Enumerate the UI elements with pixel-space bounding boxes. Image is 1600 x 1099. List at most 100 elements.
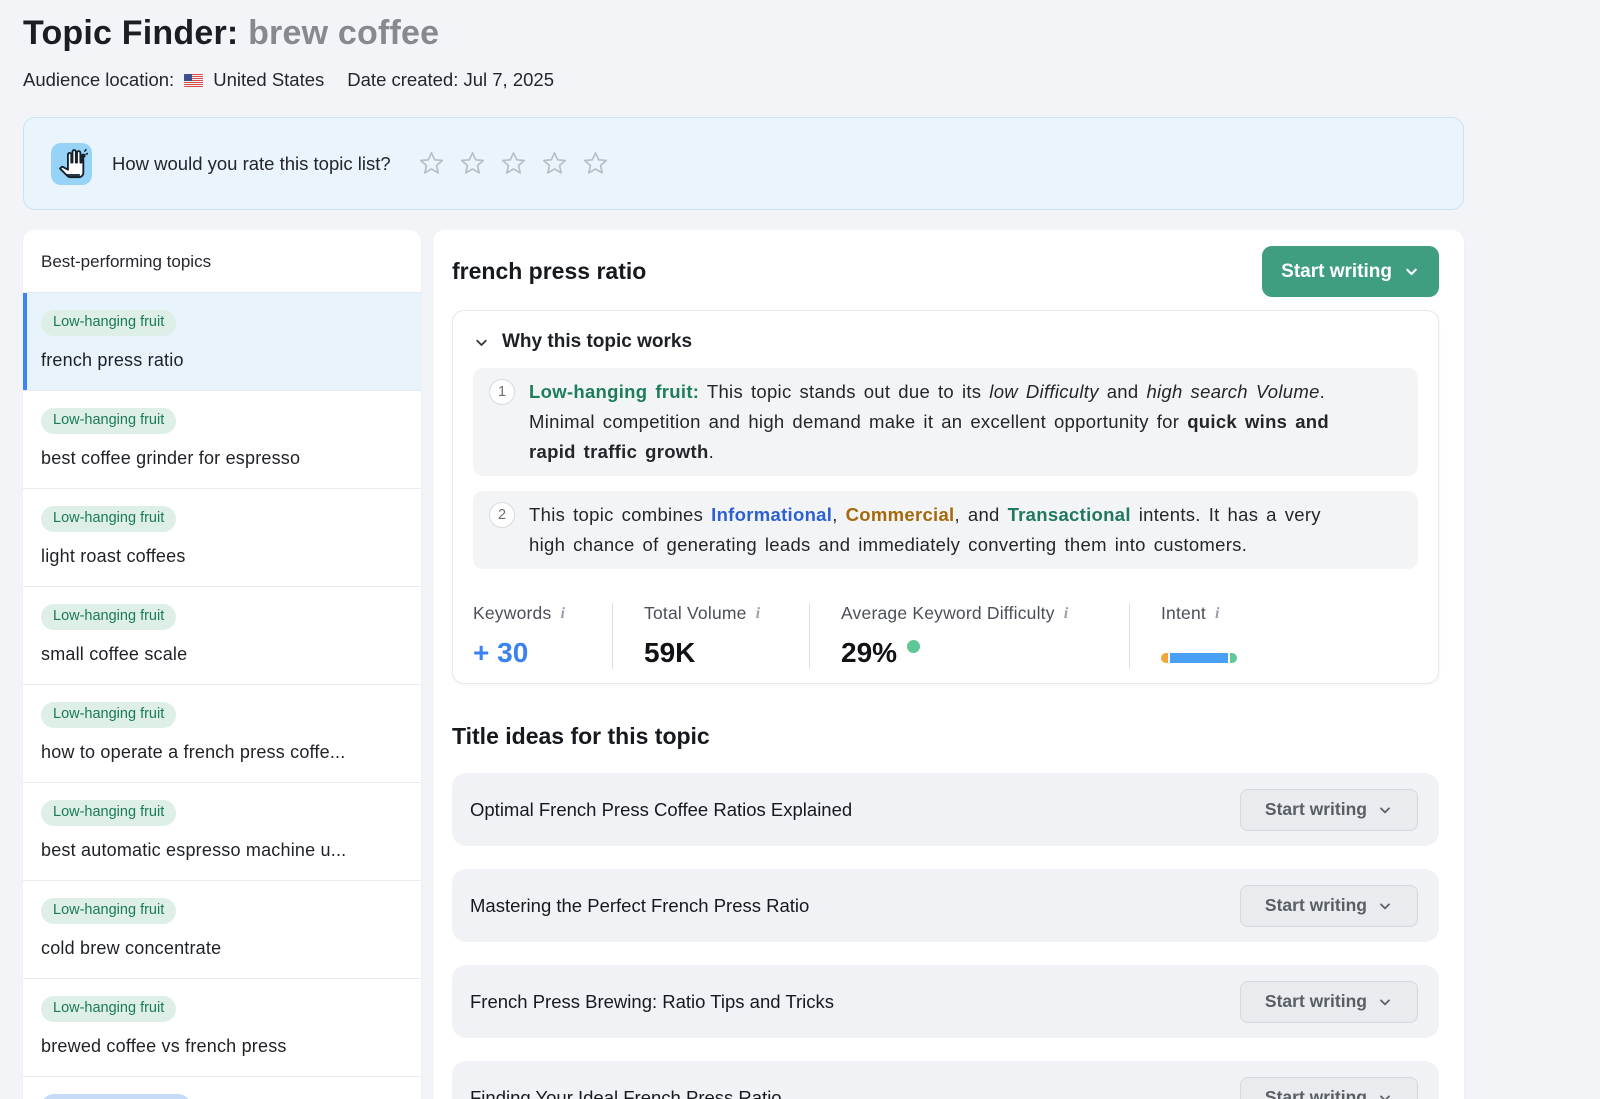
intent-segment-commercial bbox=[1161, 653, 1168, 663]
topic-item-french-press-ratio[interactable]: Low-hanging fruit french press ratio bbox=[23, 292, 421, 390]
topic-item-best-automatic-espresso-machine[interactable]: Low-hanging fruit best automatic espress… bbox=[23, 782, 421, 880]
total-volume-value: 59K bbox=[644, 637, 809, 669]
low-hanging-fruit-badge: Low-hanging fruit bbox=[41, 310, 176, 336]
topic-item-label: best coffee grinder for espresso bbox=[41, 445, 403, 472]
info-icon[interactable]: i bbox=[756, 605, 761, 623]
collapse-chevron-icon bbox=[473, 334, 490, 351]
stat-intent: Intent i bbox=[1129, 603, 1237, 669]
hand-icon bbox=[51, 143, 92, 185]
page-header: Topic Finder: brew coffee Audience locat… bbox=[23, 14, 1600, 91]
topic-item-label: brewed coffee vs french press bbox=[41, 1033, 403, 1060]
topic-item-best-coffee-grinder[interactable]: Low-hanging fruit best coffee grinder fo… bbox=[23, 390, 421, 488]
start-writing-button-idea-4[interactable]: Start writing bbox=[1240, 1077, 1418, 1099]
title-idea-row-4: Finding Your Ideal French Press Ratio St… bbox=[452, 1061, 1439, 1099]
rating-stars bbox=[404, 150, 609, 177]
topic-item-small-coffee-scale[interactable]: Low-hanging fruit small coffee scale bbox=[23, 586, 421, 684]
best-performing-topics-panel: Best-performing topics Low-hanging fruit… bbox=[23, 230, 421, 1099]
reason-number: 1 bbox=[489, 379, 515, 405]
topic-item-label: cold brew concentrate bbox=[41, 935, 403, 962]
title-idea-text: Finding Your Ideal French Press Ratio bbox=[470, 1087, 782, 1099]
topic-stats-row: Keywords i + 30 Total Volume i 59K bbox=[473, 603, 1418, 669]
title-idea-row-1: Optimal French Press Coffee Ratios Expla… bbox=[452, 773, 1439, 846]
audience-location-label: Audience location: bbox=[23, 69, 174, 91]
why-topic-works-header[interactable]: Why this topic works bbox=[473, 331, 1418, 353]
us-flag-icon bbox=[184, 74, 203, 87]
topic-item-partial[interactable] bbox=[23, 1076, 421, 1099]
content-columns: Best-performing topics Low-hanging fruit… bbox=[23, 230, 1600, 1099]
title-idea-text: Mastering the Perfect French Press Ratio bbox=[470, 895, 809, 917]
topic-item-label: best automatic espresso machine u... bbox=[41, 837, 403, 864]
star-icon-4[interactable] bbox=[541, 150, 568, 177]
topic-item-cold-brew-concentrate[interactable]: Low-hanging fruit cold brew concentrate bbox=[23, 880, 421, 978]
total-volume-label: Total Volume bbox=[644, 603, 747, 624]
rating-question: How would you rate this topic list? bbox=[112, 153, 391, 175]
topic-item-brewed-coffee-vs-french-press[interactable]: Low-hanging fruit brewed coffee vs frenc… bbox=[23, 978, 421, 1076]
topic-item-light-roast-coffees[interactable]: Low-hanging fruit light roast coffees bbox=[23, 488, 421, 586]
topic-heading: french press ratio bbox=[452, 258, 646, 285]
topic-item-how-to-operate-french-press[interactable]: Low-hanging fruit how to operate a frenc… bbox=[23, 684, 421, 782]
title-idea-text: Optimal French Press Coffee Ratios Expla… bbox=[470, 799, 852, 821]
title-idea-row-2: Mastering the Perfect French Press Ratio… bbox=[452, 869, 1439, 942]
intent-bar bbox=[1161, 653, 1237, 663]
start-writing-button-idea-1[interactable]: Start writing bbox=[1240, 789, 1418, 831]
difficulty-dot bbox=[907, 640, 920, 653]
low-hanging-fruit-badge: Low-hanging fruit bbox=[41, 506, 176, 532]
stat-total-volume: Total Volume i 59K bbox=[612, 603, 809, 669]
low-hanging-fruit-badge: Low-hanging fruit bbox=[41, 898, 176, 924]
topic-item-label: small coffee scale bbox=[41, 641, 403, 668]
chevron-down-icon bbox=[1377, 898, 1393, 914]
stat-average-keyword-difficulty: Average Keyword Difficulty i 29% bbox=[809, 603, 1129, 669]
difficulty-value: 29% bbox=[841, 637, 897, 669]
topic-badge-partial bbox=[41, 1094, 191, 1099]
topic-item-label: light roast coffees bbox=[41, 543, 403, 570]
reason-box-2: 2 This topic combines Informational, Com… bbox=[473, 491, 1418, 569]
topic-item-label: french press ratio bbox=[41, 347, 403, 374]
low-hanging-fruit-badge: Low-hanging fruit bbox=[41, 702, 176, 728]
title-ideas-heading: Title ideas for this topic bbox=[452, 723, 1439, 750]
intent-segment-transactional bbox=[1230, 653, 1237, 663]
intent-label: Intent bbox=[1161, 603, 1206, 624]
chevron-down-icon bbox=[1377, 994, 1393, 1010]
info-icon[interactable]: i bbox=[560, 605, 565, 623]
reason-text-1: Low-hanging fruit: This topic stands out… bbox=[529, 377, 1344, 467]
chevron-down-icon bbox=[1403, 263, 1420, 280]
why-topic-works-card: Why this topic works 1 Low-hanging fruit… bbox=[452, 310, 1439, 684]
topic-detail-header: french press ratio Start writing bbox=[452, 246, 1439, 297]
sidebar-title: Best-performing topics bbox=[23, 230, 421, 292]
star-icon-1[interactable] bbox=[418, 150, 445, 177]
start-writing-label: Start writing bbox=[1281, 261, 1392, 283]
info-icon[interactable]: i bbox=[1064, 605, 1069, 623]
reason-box-1: 1 Low-hanging fruit: This topic stands o… bbox=[473, 368, 1418, 476]
meta-row: Audience location: United States Date cr… bbox=[23, 69, 1600, 91]
stat-keywords: Keywords i + 30 bbox=[473, 603, 612, 669]
date-created: Date created: Jul 7, 2025 bbox=[347, 69, 554, 91]
start-writing-button-idea-3[interactable]: Start writing bbox=[1240, 981, 1418, 1023]
topic-item-label: how to operate a french press coffe... bbox=[41, 739, 403, 766]
chevron-down-icon bbox=[1377, 802, 1393, 818]
intent-segment-informational bbox=[1170, 653, 1228, 663]
title-idea-row-3: French Press Brewing: Ratio Tips and Tri… bbox=[452, 965, 1439, 1038]
topic-finder-page: Topic Finder: brew coffee Audience locat… bbox=[0, 0, 1600, 1099]
why-topic-works-title: Why this topic works bbox=[502, 331, 692, 353]
star-icon-3[interactable] bbox=[500, 150, 527, 177]
low-hanging-fruit-badge: Low-hanging fruit bbox=[41, 604, 176, 630]
reason-number: 2 bbox=[489, 502, 515, 528]
keywords-value: + 30 bbox=[473, 637, 612, 669]
low-hanging-fruit-badge: Low-hanging fruit bbox=[41, 800, 176, 826]
audience-location-value: United States bbox=[213, 69, 324, 91]
info-icon[interactable]: i bbox=[1215, 605, 1220, 623]
page-title-label: Topic Finder: bbox=[23, 14, 238, 52]
chevron-down-icon bbox=[1377, 1090, 1393, 1099]
title-idea-text: French Press Brewing: Ratio Tips and Tri… bbox=[470, 991, 834, 1013]
star-icon-5[interactable] bbox=[582, 150, 609, 177]
low-hanging-fruit-badge: Low-hanging fruit bbox=[41, 996, 176, 1022]
reason-text-2: This topic combines Informational, Comme… bbox=[529, 500, 1344, 560]
star-icon-2[interactable] bbox=[459, 150, 486, 177]
page-title: Topic Finder: brew coffee bbox=[23, 14, 1600, 53]
topic-detail-panel: french press ratio Start writing Why thi… bbox=[433, 230, 1464, 1099]
keywords-label: Keywords bbox=[473, 603, 551, 624]
start-writing-button-idea-2[interactable]: Start writing bbox=[1240, 885, 1418, 927]
page-title-query: brew coffee bbox=[248, 14, 439, 52]
difficulty-label: Average Keyword Difficulty bbox=[841, 603, 1055, 624]
start-writing-button[interactable]: Start writing bbox=[1262, 246, 1439, 297]
